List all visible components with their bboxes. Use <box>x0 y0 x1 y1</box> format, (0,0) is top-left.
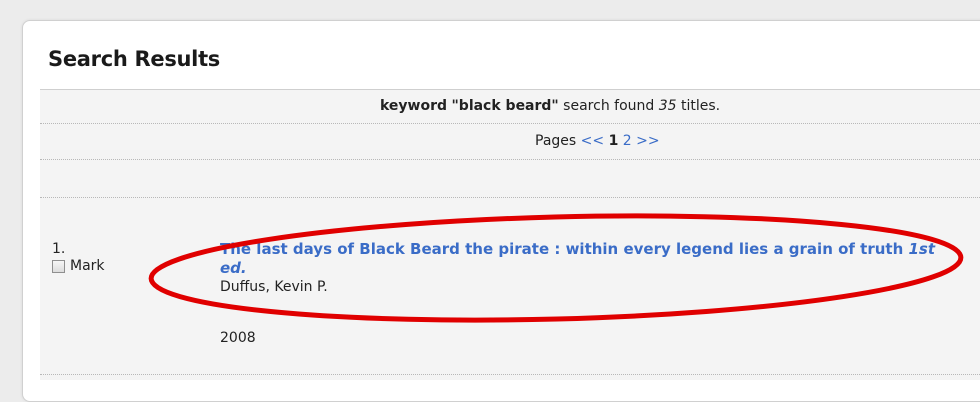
result-year: 2008 <box>220 330 256 346</box>
result-row: 1. Mark The last days of Black Beard the… <box>40 198 980 375</box>
current-page: 1 <box>608 133 619 149</box>
result-author: Duffus, Kevin P. <box>220 279 328 295</box>
spacer-row <box>40 160 980 198</box>
prev-page-link[interactable]: << <box>581 133 604 149</box>
pagination: Pages << 1 2 >> <box>535 133 660 149</box>
summary-prefix: keyword <box>380 98 448 114</box>
result-title-link[interactable]: The last days of Black Beard the pirate … <box>220 240 960 278</box>
search-summary-row: keyword "black beard" search found 35 ti… <box>40 90 980 124</box>
results-table: keyword "black beard" search found 35 ti… <box>40 89 980 380</box>
next-page-link[interactable]: >> <box>636 133 659 149</box>
mark-control[interactable]: Mark <box>52 258 105 274</box>
page-title: Search Results <box>48 47 221 71</box>
result-number: 1. <box>52 241 66 257</box>
summary-query: "black beard" <box>451 98 559 114</box>
result-count: 35 <box>658 98 677 114</box>
page-2-link[interactable]: 2 <box>623 133 632 149</box>
mark-label: Mark <box>70 258 105 274</box>
mark-checkbox[interactable] <box>52 259 65 273</box>
search-summary: keyword "black beard" search found 35 ti… <box>380 98 720 114</box>
pages-label: Pages <box>535 133 577 149</box>
result-title: The last days of Black Beard the pirate … <box>220 240 904 258</box>
pagination-row: Pages << 1 2 >> <box>40 124 980 160</box>
summary-suffix: titles. <box>676 98 721 114</box>
summary-mid: search found <box>558 98 659 114</box>
